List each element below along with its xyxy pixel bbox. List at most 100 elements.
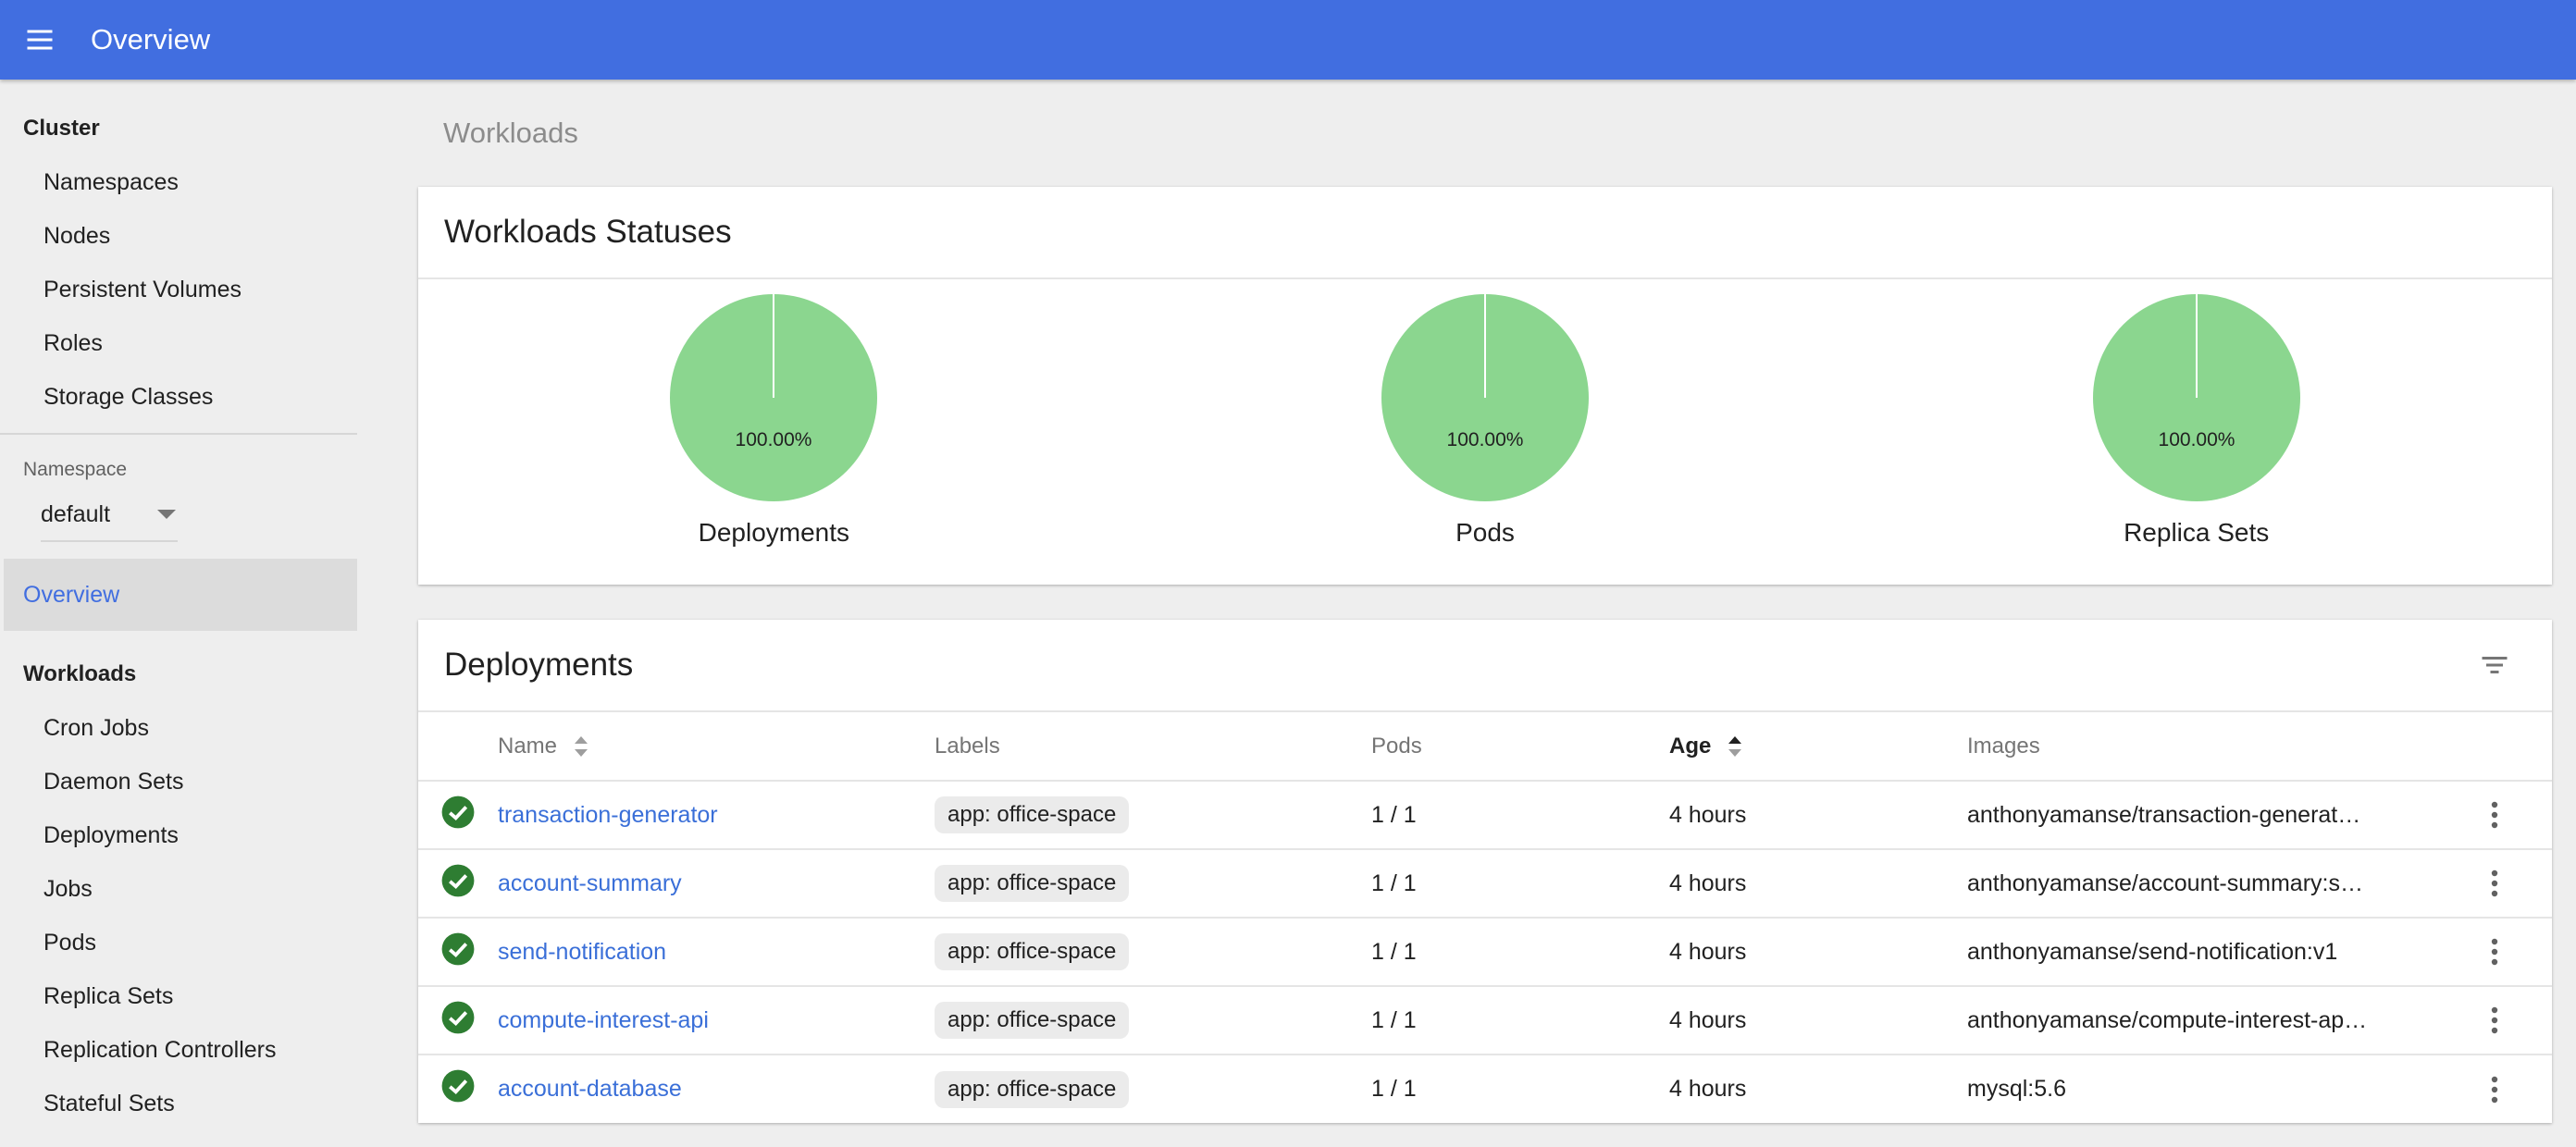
labels-column-header: Labels <box>935 712 1371 782</box>
filter-icon <box>2482 657 2508 673</box>
pie-pods: 100.00% Pods <box>1130 279 1841 583</box>
more-vert-icon <box>2491 938 2498 966</box>
age-value: 4 hours <box>1669 849 1967 919</box>
images-column-header: Images <box>1967 712 2467 782</box>
image-value: anthonyamanse/account-summary:s… <box>1967 870 2363 896</box>
pie-deployments: 100.00% Deployments <box>418 279 1130 583</box>
deployments-card-title: Deployments <box>444 647 634 683</box>
deployments-table: Name Labels Pods Age Images transaction-… <box>418 712 2552 1123</box>
sidebar: Cluster Namespaces Nodes Persistent Volu… <box>0 80 357 1147</box>
pods-column-header: Pods <box>1371 712 1669 782</box>
sidebar-item-deployments[interactable]: Deployments <box>0 808 357 862</box>
name-column-label: Name <box>498 733 558 758</box>
statuses-card-title: Workloads Statuses <box>418 187 2552 279</box>
image-value: anthonyamanse/compute-interest-ap… <box>1967 1006 2368 1033</box>
age-value: 4 hours <box>1669 781 1967 850</box>
pie-percent-label: 100.00% <box>736 429 812 450</box>
sidebar-item-cron-jobs[interactable]: Cron Jobs <box>0 701 357 755</box>
breadcrumb: Workloads <box>443 117 578 149</box>
deployment-name-link[interactable]: compute-interest-api <box>498 1007 709 1033</box>
pods-count: 1 / 1 <box>1371 781 1669 850</box>
table-row: send-notification app: office-space 1 / … <box>418 918 2552 987</box>
table-row: transaction-generator app: office-space … <box>418 781 2552 850</box>
row-actions-button[interactable] <box>2476 1071 2513 1108</box>
sidebar-item-storage-classes[interactable]: Storage Classes <box>0 370 357 424</box>
pods-count: 1 / 1 <box>1371 849 1669 919</box>
pie-percent-label: 100.00% <box>2158 429 2235 450</box>
table-row: account-database app: office-space 1 / 1… <box>418 1054 2552 1123</box>
deployment-name-link[interactable]: send-notification <box>498 939 666 965</box>
sort-ascending-icon <box>1728 736 1742 758</box>
filter-button[interactable] <box>2474 645 2515 685</box>
sidebar-item-replication-controllers[interactable]: Replication Controllers <box>0 1023 357 1077</box>
sidebar-item-roles[interactable]: Roles <box>0 316 357 370</box>
dropdown-arrow-icon <box>157 510 176 519</box>
more-vert-icon <box>2491 1006 2498 1034</box>
pods-count: 1 / 1 <box>1371 986 1669 1055</box>
image-value: anthonyamanse/transaction-generat… <box>1967 801 2361 828</box>
sidebar-item-daemon-sets[interactable]: Daemon Sets <box>0 755 357 808</box>
row-actions-button[interactable] <box>2476 865 2513 902</box>
pie-caption: Deployments <box>698 518 850 547</box>
sidebar-heading-workloads[interactable]: Workloads <box>0 648 357 701</box>
pods-count: 1 / 1 <box>1371 918 1669 987</box>
deployments-card: Deployments Name Labels Pods Age Images … <box>418 620 2552 1123</box>
name-column-header[interactable]: Name <box>498 712 935 782</box>
label-chip: app: office-space <box>935 1070 1130 1108</box>
sidebar-item-persistent-volumes[interactable]: Persistent Volumes <box>0 263 357 316</box>
row-actions-button[interactable] <box>2476 796 2513 833</box>
row-actions-button[interactable] <box>2476 1002 2513 1039</box>
sidebar-item-replica-sets[interactable]: Replica Sets <box>0 969 357 1023</box>
deployment-name-link[interactable]: account-summary <box>498 870 682 896</box>
deployment-name-link[interactable]: transaction-generator <box>498 802 718 828</box>
row-actions-button[interactable] <box>2476 933 2513 970</box>
namespace-select[interactable]: default <box>41 488 178 542</box>
sort-icon <box>574 736 588 758</box>
label-chip: app: office-space <box>935 1002 1130 1039</box>
pie-percent-label: 100.00% <box>1447 429 1524 450</box>
age-column-header[interactable]: Age <box>1669 712 1967 782</box>
actions-column-header <box>2467 712 2552 782</box>
status-pies: 100.00% Deployments 100.00% Pods 100.00% <box>418 279 2552 583</box>
sidebar-divider <box>0 433 357 435</box>
label-chip: app: office-space <box>935 865 1130 902</box>
hamburger-menu-icon <box>27 30 53 50</box>
app-title: Overview <box>91 23 211 56</box>
sidebar-item-stateful-sets[interactable]: Stateful Sets <box>0 1077 357 1130</box>
table-header-row: Name Labels Pods Age Images <box>418 712 2552 782</box>
more-vert-icon <box>2491 1076 2498 1103</box>
deployments-card-header: Deployments <box>418 620 2552 712</box>
check-circle-icon <box>441 932 475 965</box>
check-circle-icon <box>441 796 475 828</box>
check-circle-icon <box>441 1069 475 1103</box>
sidebar-heading-cluster[interactable]: Cluster <box>0 102 357 155</box>
namespace-label: Namespace <box>23 459 128 480</box>
deployment-name-link[interactable]: account-database <box>498 1076 682 1102</box>
sidebar-item-nodes[interactable]: Nodes <box>0 209 357 263</box>
top-app-bar: Overview <box>0 0 2576 80</box>
check-circle-icon <box>441 864 475 896</box>
replica-sets-pie-chart: 100.00% <box>2092 294 2300 501</box>
deployments-pie-chart: 100.00% <box>670 294 878 501</box>
namespace-value: default <box>41 500 111 527</box>
workloads-statuses-card: Workloads Statuses 100.00% Deployments 1… <box>418 187 2552 585</box>
check-circle-icon <box>441 1001 475 1033</box>
age-column-label: Age <box>1669 733 1712 758</box>
sidebar-item-overview[interactable]: Overview <box>4 559 357 631</box>
pie-replica-sets: 100.00% Replica Sets <box>1840 279 2552 583</box>
age-value: 4 hours <box>1669 986 1967 1055</box>
pie-caption: Replica Sets <box>2124 518 2270 547</box>
sidebar-item-jobs[interactable]: Jobs <box>0 862 357 916</box>
label-chip: app: office-space <box>935 796 1130 833</box>
image-value: mysql:5.6 <box>1967 1076 2066 1102</box>
age-value: 4 hours <box>1669 918 1967 987</box>
status-column-header <box>418 712 498 782</box>
image-value: anthonyamanse/send-notification:v1 <box>1967 938 2338 965</box>
sidebar-item-namespaces[interactable]: Namespaces <box>0 155 357 209</box>
main-content: Workloads Workloads Statuses 100.00% Dep… <box>418 80 2552 1123</box>
label-chip: app: office-space <box>935 933 1130 970</box>
menu-button[interactable] <box>0 0 80 80</box>
age-value: 4 hours <box>1669 1076 1747 1102</box>
more-vert-icon <box>2491 801 2498 829</box>
sidebar-item-pods[interactable]: Pods <box>0 916 357 969</box>
